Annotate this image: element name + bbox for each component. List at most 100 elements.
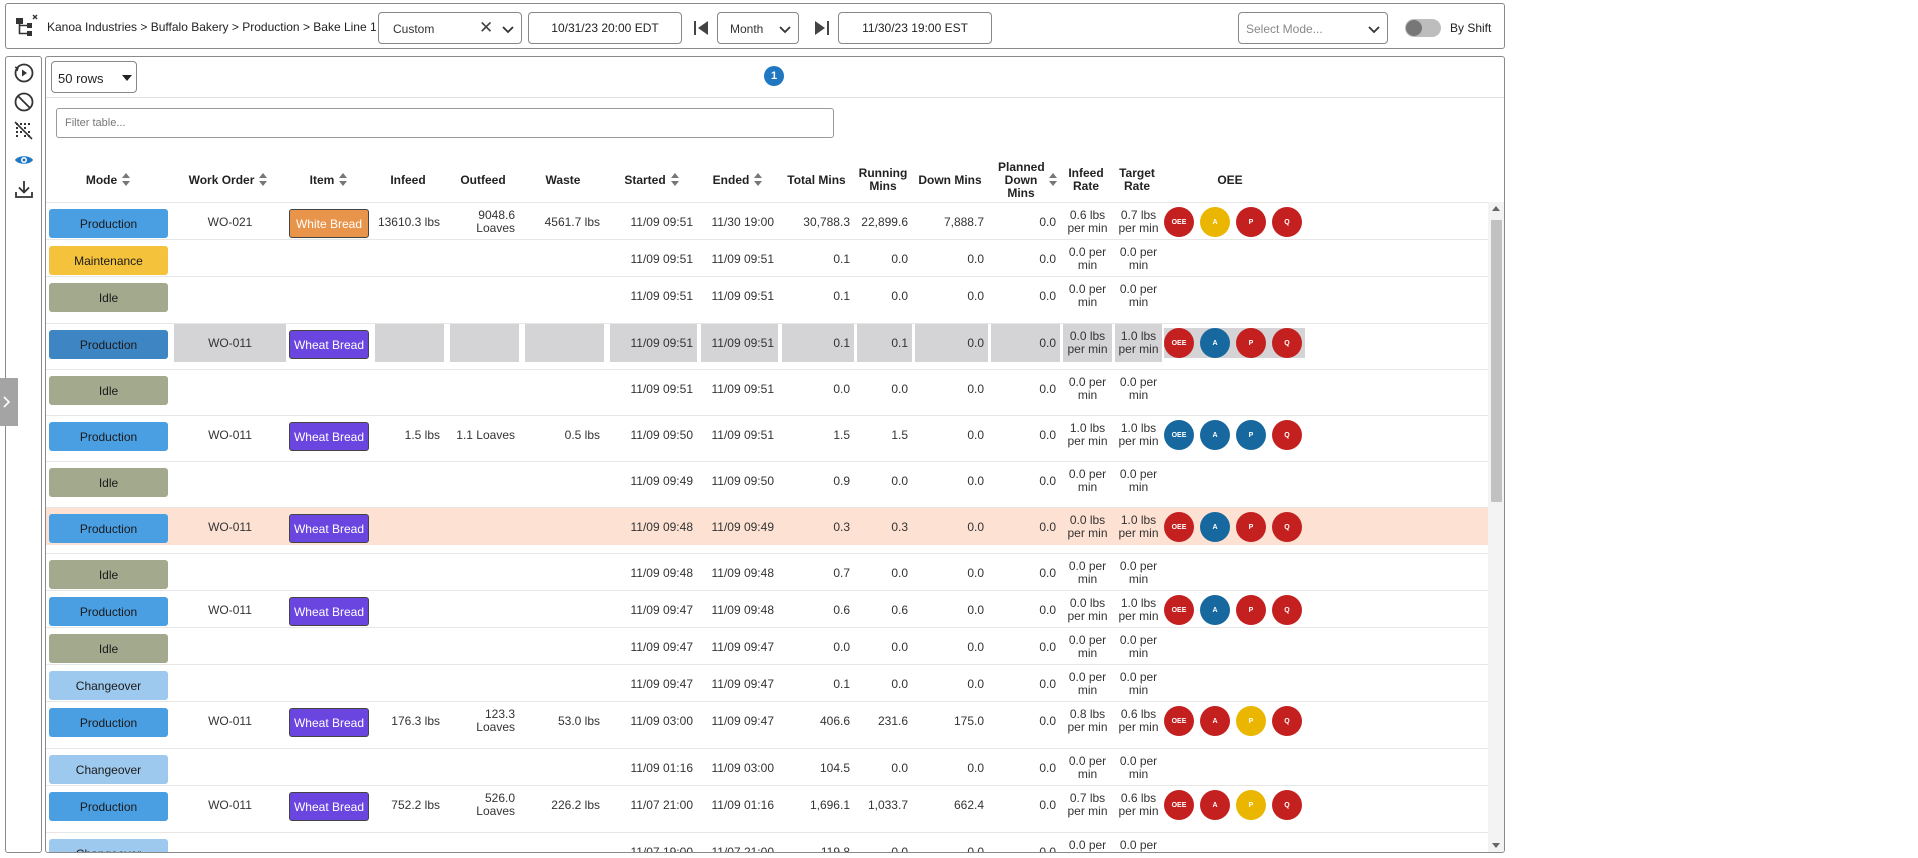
grid-clear-icon[interactable] xyxy=(13,120,35,142)
col-header-infeed[interactable]: Infeed xyxy=(372,157,444,203)
table-row[interactable]: Idle 11/09 09:49 11/09 09:50 0.9 0.0 0.0 0.0 0.… xyxy=(46,461,1488,499)
scroll-up-icon[interactable] xyxy=(1492,206,1500,211)
period-select[interactable]: Month xyxy=(717,12,799,44)
table-row[interactable]: Idle 11/09 09:47 11/09 09:47 0.0 0.0 0.0 0.0 0.… xyxy=(46,627,1488,665)
eye-icon[interactable] xyxy=(13,149,35,171)
download-icon[interactable] xyxy=(13,178,35,200)
cell-target-rate: 0.0 per min xyxy=(1119,559,1158,586)
chevron-down-icon[interactable] xyxy=(777,21,793,37)
oee-badge-q[interactable]: Q xyxy=(1272,512,1302,542)
cell-work-order xyxy=(174,833,286,852)
col-header-target-rate[interactable]: Target Rate xyxy=(1112,157,1162,203)
filter-input[interactable] xyxy=(56,108,834,138)
oee-badge-oee[interactable]: OEE xyxy=(1164,595,1194,625)
breadcrumb[interactable]: Kanoa Industries > Buffalo Bakery > Prod… xyxy=(47,20,377,34)
col-header-total-mins[interactable]: Total Mins xyxy=(779,157,854,203)
sidebar-expand-tab[interactable] xyxy=(0,378,18,426)
oee-badge-q[interactable]: Q xyxy=(1272,207,1302,237)
sort-icon[interactable] xyxy=(259,172,268,188)
scrollbar-thumb[interactable] xyxy=(1491,220,1502,502)
sort-icon[interactable] xyxy=(122,172,131,188)
page-number-button[interactable]: 1 xyxy=(764,66,784,86)
table-row[interactable]: Production Wheat Bread WO-011 11/09 09:48 11… xyxy=(46,507,1488,545)
chevron-down-icon[interactable] xyxy=(500,21,516,37)
chevron-down-icon[interactable] xyxy=(1366,21,1382,37)
oee-badge-p[interactable]: P xyxy=(1236,207,1266,237)
oee-badge-p[interactable]: P xyxy=(1236,595,1266,625)
oee-badge-a[interactable]: A xyxy=(1200,790,1230,820)
skip-forward-icon[interactable] xyxy=(813,18,831,38)
oee-badge-q[interactable]: Q xyxy=(1272,706,1302,736)
cell-infeed-rate: 0.0 lbs per min xyxy=(1067,513,1108,540)
sort-icon[interactable] xyxy=(670,172,680,188)
mode-select[interactable]: Select Mode... xyxy=(1238,12,1388,44)
hierarchy-icon[interactable] xyxy=(15,14,39,38)
oee-badge-q[interactable]: Q xyxy=(1272,420,1302,450)
table-row[interactable]: Maintenance 11/09 09:51 11/09 09:51 0.1 0.0 0… xyxy=(46,239,1488,277)
table-row[interactable]: Production Wheat Bread WO-011 11/09 09:47 11… xyxy=(46,590,1488,628)
col-header-planned-down-mins[interactable]: Planned Down Mins xyxy=(988,157,1060,203)
oee-badge-p[interactable]: P xyxy=(1236,512,1266,542)
col-header-oee[interactable]: OEE xyxy=(1164,157,1296,203)
oee-badge-q[interactable]: Q xyxy=(1272,790,1302,820)
sort-icon[interactable] xyxy=(339,172,348,188)
vertical-scrollbar[interactable] xyxy=(1488,202,1504,852)
oee-badge-oee[interactable]: OEE xyxy=(1164,420,1194,450)
oee-badge-a[interactable]: A xyxy=(1200,595,1230,625)
oee-badge-oee[interactable]: OEE xyxy=(1164,790,1194,820)
table-row[interactable]: Changeover 11/09 01:16 11/09 03:00 104.5 0.0… xyxy=(46,748,1488,786)
col-header-waste[interactable]: Waste xyxy=(522,157,604,203)
oee-badge-a[interactable]: A xyxy=(1200,328,1230,358)
table-row[interactable]: Changeover 11/09 09:47 11/09 09:47 0.1 0.0 0.… xyxy=(46,664,1488,702)
table-row[interactable]: Idle 11/09 09:48 11/09 09:48 0.7 0.0 0.0 0.0 0.… xyxy=(46,553,1488,591)
oee-badge-p[interactable]: P xyxy=(1236,328,1266,358)
ban-icon[interactable] xyxy=(13,91,35,113)
clear-icon[interactable]: ✕ xyxy=(479,19,493,37)
table-row[interactable]: Idle 11/09 09:51 11/09 09:51 0.1 0.0 0.0 0.0 0.… xyxy=(46,276,1488,314)
oee-badge-oee[interactable]: OEE xyxy=(1164,207,1194,237)
oee-badge-oee[interactable]: OEE xyxy=(1164,328,1194,358)
oee-badge-oee[interactable]: OEE xyxy=(1164,512,1194,542)
table-row[interactable]: Production Wheat Bread WO-011 1.5 lbs 1.1 Lo… xyxy=(46,415,1488,453)
col-header-item[interactable]: Item xyxy=(289,157,369,203)
table-row[interactable]: Idle 11/09 09:51 11/09 09:51 0.0 0.0 0.0 0.0 0.… xyxy=(46,369,1488,407)
rows-per-page-select[interactable]: 50 rows xyxy=(51,61,137,93)
cell-infeed: 176.3 lbs xyxy=(391,713,440,728)
col-header-label: Item xyxy=(309,172,335,187)
oee-badge-a[interactable]: A xyxy=(1200,207,1230,237)
start-date-field[interactable]: 10/31/23 20:00 EDT xyxy=(528,12,682,44)
oee-badge-a[interactable]: A xyxy=(1200,706,1230,736)
table-row[interactable]: Production Wheat Bread WO-011 176.3 lbs 123.… xyxy=(46,701,1488,739)
end-date-field[interactable]: 11/30/23 19:00 EST xyxy=(838,12,992,44)
sort-icon[interactable] xyxy=(1049,172,1058,188)
col-header-down-mins[interactable]: Down Mins xyxy=(912,157,988,203)
play-circle-icon[interactable] xyxy=(13,62,35,84)
skip-back-icon[interactable] xyxy=(692,18,710,38)
col-header-mode[interactable]: Mode xyxy=(49,157,168,203)
range-select[interactable]: Custom ✕ xyxy=(378,12,522,44)
oee-badge-a[interactable]: A xyxy=(1200,512,1230,542)
col-header-infeed-rate[interactable]: Infeed Rate xyxy=(1060,157,1112,203)
oee-badge-p[interactable]: P xyxy=(1236,420,1266,450)
table-row[interactable]: Changeover 11/07 19:00 11/07 21:00 119.8 0.0… xyxy=(46,832,1488,852)
oee-badge-p[interactable]: P xyxy=(1236,790,1266,820)
col-header-label: Mode xyxy=(85,172,118,187)
col-header-running-mins[interactable]: Running Mins xyxy=(854,157,912,203)
table-row[interactable]: Production Wheat Bread WO-011 11/09 09:51 11… xyxy=(46,323,1488,362)
sort-icon[interactable] xyxy=(754,172,763,188)
oee-badge-q[interactable]: Q xyxy=(1272,328,1302,358)
oee-badge-q[interactable]: Q xyxy=(1272,595,1302,625)
col-header-work-order[interactable]: Work Order xyxy=(171,157,286,203)
oee-badge-oee[interactable]: OEE xyxy=(1164,706,1194,736)
by-shift-toggle[interactable] xyxy=(1405,19,1441,37)
col-header-started[interactable]: Started xyxy=(607,157,697,203)
cell-total: 0.9 xyxy=(833,473,850,488)
scroll-down-icon[interactable] xyxy=(1492,843,1500,848)
cell-outfeed xyxy=(450,833,519,852)
table-row[interactable]: Production Wheat Bread WO-011 752.2 lbs 526.… xyxy=(46,785,1488,823)
oee-badge-a[interactable]: A xyxy=(1200,420,1230,450)
col-header-outfeed[interactable]: Outfeed xyxy=(447,157,519,203)
oee-badge-p[interactable]: P xyxy=(1236,706,1266,736)
table-row[interactable]: Production White Bread WO-021 13610.3 lbs 90… xyxy=(46,202,1488,240)
col-header-ended[interactable]: Ended xyxy=(698,157,778,203)
